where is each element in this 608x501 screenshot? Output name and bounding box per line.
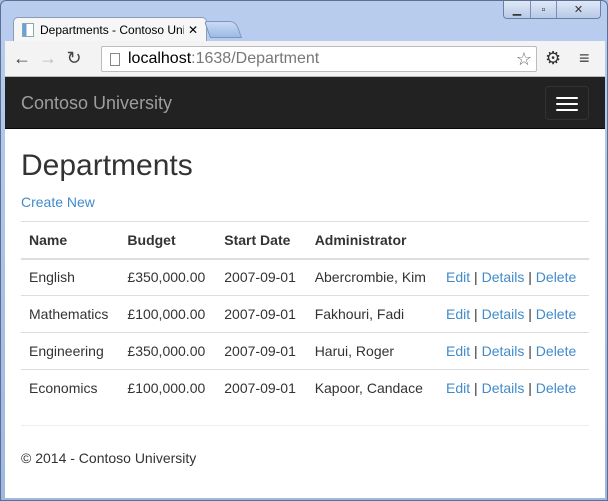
separator: | [474, 343, 478, 359]
address-bar[interactable]: localhost:1638/Department ☆ [101, 46, 537, 72]
page-icon [110, 52, 120, 66]
cell-start: 2007-09-01 [216, 332, 307, 370]
separator: | [474, 269, 478, 286]
details-link[interactable]: Details [482, 306, 525, 322]
table-row: Engineering £350,000.00 2007-09-01 Harui, R… [21, 332, 589, 370]
cell-admin: Fakhouri, Fadi [306, 295, 439, 333]
cell-name: Mathematics [21, 295, 120, 333]
close-button[interactable]: ✕ [556, 1, 600, 18]
cell-name: Economics [21, 369, 120, 407]
page-icon [22, 23, 34, 37]
delete-link[interactable]: Delete [536, 343, 576, 359]
table-row: English £350,000.00 2007-09-01 Abercrombie,… [21, 258, 589, 296]
cell-budget: £350,000.00 [119, 332, 217, 370]
cell-start: 2007-09-01 [216, 295, 307, 333]
cell-actions: Edit | Details | Delete [438, 332, 589, 370]
cell-start: 2007-09-01 [216, 369, 307, 407]
page-title: Departments [21, 149, 193, 182]
edit-link[interactable]: Edit [446, 306, 470, 322]
details-link[interactable]: Details [482, 269, 525, 285]
menu-icon[interactable]: ≡ [579, 48, 590, 69]
separator: | [528, 380, 532, 397]
close-tab-icon[interactable]: ✕ [188, 23, 198, 37]
column-header: Budget [119, 221, 217, 260]
cell-name: Engineering [21, 332, 120, 370]
cell-budget: £100,000.00 [119, 295, 217, 333]
cell-admin: Harui, Roger [306, 332, 439, 370]
cell-budget: £100,000.00 [119, 369, 217, 407]
edit-link[interactable]: Edit [446, 269, 470, 285]
separator: | [528, 269, 532, 286]
new-tab-button[interactable] [203, 21, 243, 38]
details-link[interactable]: Details [482, 343, 525, 359]
cell-admin: Kapoor, Candace [306, 369, 439, 407]
column-header: Name [21, 221, 120, 260]
table-row: Mathematics £100,000.00 2007-09-01 Fakhouri… [21, 295, 589, 333]
cell-budget: £350,000.00 [119, 258, 217, 296]
reload-icon[interactable]: ↻ [61, 48, 87, 69]
browser-tab[interactable]: Departments - Contoso University ✕ [13, 17, 207, 42]
column-header: Administrator [306, 221, 439, 260]
bookmark-star-icon[interactable]: ☆ [516, 49, 532, 70]
separator: | [474, 380, 478, 397]
tab-title: Departments - Contoso University [40, 23, 184, 37]
cell-admin: Abercrombie, Kim [306, 258, 439, 296]
hamburger-menu-button[interactable] [545, 86, 589, 120]
delete-link[interactable]: Delete [536, 269, 576, 285]
gear-icon[interactable]: ⚙ [545, 48, 561, 69]
footer-text: © 2014 - Contoso University [21, 450, 197, 466]
minimize-button[interactable]: ▁ [504, 1, 530, 18]
brand-link[interactable]: Contoso University [21, 93, 172, 114]
departments-table: Name Budget Start Date Administrator Englis… [21, 221, 589, 407]
separator: | [528, 343, 532, 359]
cell-name: English [21, 258, 120, 296]
url-host: localhost [128, 50, 192, 67]
delete-link[interactable]: Delete [536, 380, 576, 396]
navbar: Contoso University [5, 77, 605, 129]
separator: | [474, 306, 478, 322]
details-link[interactable]: Details [482, 380, 525, 396]
divider [21, 425, 589, 426]
forward-icon[interactable]: → [35, 48, 61, 69]
cell-actions: Edit | Details | Delete [438, 258, 589, 296]
edit-link[interactable]: Edit [446, 343, 470, 359]
separator: | [528, 306, 532, 322]
window-controls: ▁ ▫ ✕ [503, 1, 601, 19]
browser-toolbar: ← → ↻ localhost:1638/Department ☆ ⚙ ≡ [5, 41, 605, 77]
cell-start: 2007-09-01 [216, 258, 307, 296]
column-header [438, 221, 589, 260]
back-icon[interactable]: ← [9, 48, 35, 69]
edit-link[interactable]: Edit [446, 380, 470, 396]
maximize-button[interactable]: ▫ [530, 1, 556, 18]
delete-link[interactable]: Delete [536, 306, 576, 322]
create-new-link[interactable]: Create New [21, 194, 95, 210]
cell-actions: Edit | Details | Delete [438, 369, 589, 407]
cell-actions: Edit | Details | Delete [438, 295, 589, 333]
url-path: :1638/Department [191, 50, 320, 67]
column-header: Start Date [216, 221, 307, 260]
browser-window: ▁ ▫ ✕ Departments - Contoso University ✕… [0, 0, 608, 501]
table-row: Economics £100,000.00 2007-09-01 Kapoor, Ca… [21, 369, 589, 407]
page-content: Departments Create New Name Budget Start D… [5, 129, 605, 498]
